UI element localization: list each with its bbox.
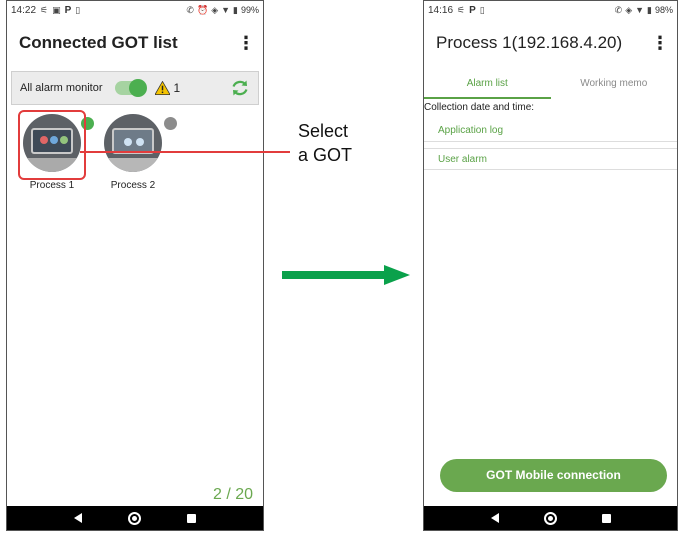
got-thumbnail xyxy=(104,114,162,172)
selection-highlight xyxy=(18,110,86,180)
alarm-warning[interactable]: 1 xyxy=(154,81,181,95)
app-bar: Connected GOT list ⋮ xyxy=(7,19,263,67)
callout-text: Select a GOT xyxy=(298,119,352,167)
tab-bar: Alarm list Working memo xyxy=(424,71,677,99)
android-nav-bar xyxy=(424,506,677,530)
signal-icon: ▼ xyxy=(635,5,645,15)
alarm-monitor-label: All alarm monitor xyxy=(20,82,103,94)
back-icon[interactable] xyxy=(490,513,499,523)
alarm-monitor-bar: All alarm monitor 1 xyxy=(11,71,259,105)
battery-level: 99% xyxy=(240,5,259,15)
page-indicator: 2 / 20 xyxy=(212,486,253,503)
status-bar: 14:22 ⚟ ▣ P ▯ ✆ ⏰ ◈ ▼ ▮ 99% xyxy=(7,1,263,19)
got-status-disconnected xyxy=(164,117,177,130)
parking-icon: P xyxy=(64,4,72,16)
battery-level: 98% xyxy=(654,5,673,15)
got-name: Process 1 xyxy=(29,180,75,191)
transition-arrow-icon xyxy=(282,265,410,285)
callout-line-2: a GOT xyxy=(298,145,353,165)
wifi-icon: ⚟ xyxy=(457,4,466,15)
android-nav-bar xyxy=(7,506,263,530)
battery-icon: ▮ xyxy=(233,4,238,15)
battery-icon: ▮ xyxy=(647,4,652,15)
home-icon[interactable] xyxy=(543,511,557,525)
got-mobile-connection-button[interactable]: GOT Mobile connection xyxy=(440,459,667,492)
list-item-application-log[interactable]: Application log xyxy=(424,120,677,142)
got-detail-screen: 14:16 ⚟ P ▯ ✆ ◈ ▼ ▮ 98% Process 1(192.16… xyxy=(423,0,678,531)
parking-icon: P xyxy=(469,4,476,16)
recent-apps-icon[interactable] xyxy=(601,513,611,523)
back-icon[interactable] xyxy=(74,513,82,523)
vibrate-icon: ◈ xyxy=(625,4,633,15)
collection-date-label: Collection date and time: xyxy=(424,102,535,113)
alarm-clock-icon: ⏰ xyxy=(196,4,209,15)
phone-icon: ✆ xyxy=(186,4,194,15)
callout-line-1: Select xyxy=(298,121,349,141)
page-title: Connected GOT list xyxy=(19,33,178,52)
got-name: Process 2 xyxy=(110,180,156,191)
connected-got-list-screen: 14:22 ⚟ ▣ P ▯ ✆ ⏰ ◈ ▼ ▮ 99% Connected GO… xyxy=(6,0,264,531)
tab-alarm-list[interactable]: Alarm list xyxy=(424,71,551,99)
page-title: Process 1(192.168.4.20) xyxy=(436,33,623,52)
signal-icon: ▼ xyxy=(221,5,231,15)
callout-line xyxy=(80,151,290,153)
image-icon: ▣ xyxy=(52,4,61,15)
home-icon[interactable] xyxy=(128,511,141,525)
refresh-icon[interactable] xyxy=(230,78,250,98)
status-time: 14:16 xyxy=(428,4,454,16)
overflow-menu-icon[interactable]: ⋮ xyxy=(651,33,669,54)
sim-icon: ▯ xyxy=(75,4,81,15)
wifi-icon: ⚟ xyxy=(40,4,49,15)
overflow-menu-icon[interactable]: ⋮ xyxy=(237,33,255,54)
status-bar: 14:16 ⚟ P ▯ ✆ ◈ ▼ ▮ 98% xyxy=(424,1,677,19)
recent-apps-icon[interactable] xyxy=(187,513,196,523)
warning-count: 1 xyxy=(173,81,181,95)
warning-icon xyxy=(154,81,170,95)
alarm-monitor-toggle[interactable] xyxy=(114,79,147,97)
sim-icon: ▯ xyxy=(479,4,485,15)
phone-icon: ✆ xyxy=(614,4,623,15)
list-item-user-alarm[interactable]: User alarm xyxy=(424,148,677,170)
app-bar: Process 1(192.168.4.20) ⋮ xyxy=(424,19,677,67)
tab-working-memo[interactable]: Working memo xyxy=(551,71,678,99)
status-time: 14:22 xyxy=(11,4,37,16)
vibrate-icon: ◈ xyxy=(211,4,219,15)
